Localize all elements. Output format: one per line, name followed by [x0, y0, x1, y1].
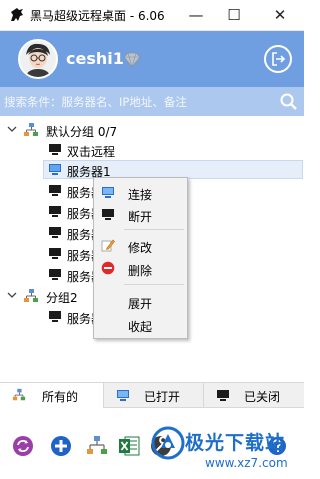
tab-label: 已打开 — [144, 390, 181, 404]
computer-icon — [49, 185, 61, 196]
menu-separator — [124, 229, 184, 230]
tree-group-label: 分组2 — [46, 291, 78, 305]
logout-icon — [272, 52, 286, 66]
computer-icon — [49, 227, 61, 238]
menu-item-collapse[interactable]: 收起 — [94, 314, 187, 336]
computer-icon — [49, 164, 61, 175]
edit-icon — [101, 239, 115, 252]
filter-tabs: 所有的 已打开 已关闭 — [0, 382, 304, 409]
menu-item-disconnect[interactable]: 断开 — [94, 204, 187, 226]
computer-icon — [49, 311, 61, 322]
maximize-button[interactable]: ☐ — [216, 0, 252, 30]
search-input[interactable] — [4, 91, 270, 112]
computer-icon — [49, 206, 61, 217]
menu-separator — [124, 284, 184, 285]
window-title: 黑马超级远程桌面 - 6.06 — [30, 9, 165, 23]
watermark-logo-icon — [151, 426, 185, 460]
search-bar — [0, 87, 304, 116]
tab-label: 已关闭 — [244, 390, 281, 404]
tab-all[interactable]: 所有的 — [0, 383, 104, 409]
menu-item-label: 断开 — [128, 210, 153, 224]
username: ceshi1 — [66, 49, 124, 68]
network-group-icon — [24, 289, 38, 302]
menu-item-connect[interactable]: 连接 — [94, 182, 187, 204]
menu-item-label: 连接 — [128, 188, 153, 202]
tree-server-row[interactable]: 双击远程 — [0, 140, 304, 160]
search-icon[interactable] — [279, 92, 298, 111]
tab-label: 所有的 — [42, 390, 79, 404]
watermark: 极光下载站 www.xz7.com — [145, 424, 304, 479]
minimize-button[interactable]: — — [178, 0, 214, 30]
delete-icon — [101, 261, 115, 275]
menu-item-expand[interactable]: 展开 — [94, 291, 187, 313]
watermark-url: www.xz7.com — [205, 456, 288, 470]
maximize-icon: ☐ — [227, 6, 241, 24]
close-icon: ✕ — [273, 6, 287, 24]
network-group-icon — [24, 123, 38, 136]
computer-icon — [49, 269, 61, 280]
refresh-icon[interactable] — [12, 435, 34, 457]
chevron-down-icon[interactable] — [7, 290, 17, 300]
vip-diamond-icon — [123, 52, 141, 68]
network-icon — [12, 388, 26, 401]
user-header: ceshi1 — [0, 31, 304, 87]
avatar[interactable] — [18, 39, 58, 79]
monitor-dark-icon — [102, 209, 114, 220]
monitor-icon — [117, 390, 129, 401]
tree-group-label: 默认分组 0/7 — [46, 125, 118, 139]
menu-item-label: 收起 — [128, 320, 153, 334]
chevron-down-icon[interactable] — [7, 124, 17, 134]
tab-opened[interactable]: 已打开 — [104, 383, 204, 408]
network-icon[interactable] — [86, 435, 108, 457]
menu-item-edit[interactable]: 修改 — [94, 235, 187, 257]
avatar-image-icon — [20, 41, 56, 77]
monitor-dark-icon — [217, 390, 229, 401]
add-icon[interactable] — [50, 435, 72, 457]
monitor-icon — [102, 187, 114, 198]
computer-icon — [49, 144, 61, 155]
menu-item-label: 删除 — [128, 264, 153, 278]
server-label: 服务器1 — [67, 165, 111, 179]
tree-group-default[interactable]: 默认分组 0/7 — [0, 120, 304, 140]
menu-item-label: 展开 — [128, 297, 153, 311]
watermark-text: 极光下载站 — [185, 432, 286, 454]
minimize-icon: — — [188, 6, 204, 24]
menu-item-label: 修改 — [128, 241, 153, 255]
excel-icon[interactable] — [118, 435, 140, 457]
logout-button[interactable] — [264, 45, 292, 73]
menu-item-delete[interactable]: 删除 — [94, 258, 187, 280]
title-bar: 黑马超级远程桌面 - 6.06 — ☐ ✕ — [0, 0, 304, 31]
computer-icon — [49, 248, 61, 259]
tab-closed[interactable]: 已关闭 — [204, 383, 304, 408]
horse-logo-icon — [11, 8, 23, 21]
context-menu: 连接 断开 修改 删除 展开 收起 — [93, 177, 188, 339]
server-label: 双击远程 — [67, 145, 116, 159]
close-button[interactable]: ✕ — [262, 0, 298, 30]
